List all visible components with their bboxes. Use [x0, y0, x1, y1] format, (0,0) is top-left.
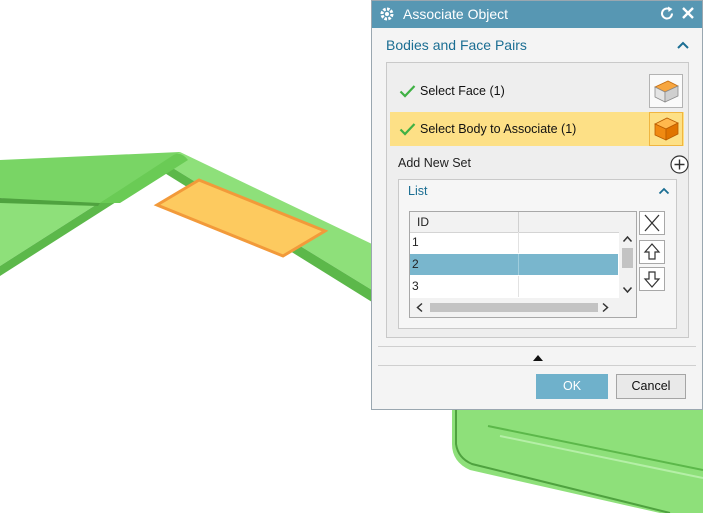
- horizontal-scrollbar[interactable]: [410, 298, 636, 317]
- column-separator: [518, 276, 519, 297]
- bodies-face-pairs-group: Select Face (1) Select Body to Associate…: [386, 62, 689, 338]
- ok-button[interactable]: OK: [536, 374, 608, 399]
- divider: [378, 365, 696, 366]
- remove-set-button[interactable]: [639, 211, 665, 235]
- body-select-button[interactable]: [649, 112, 683, 146]
- table-row[interactable]: 3: [410, 276, 618, 297]
- dialog-titlebar[interactable]: Associate Object: [372, 1, 702, 28]
- remove-icon: [644, 214, 660, 232]
- group-label: Bodies and Face Pairs: [386, 37, 527, 53]
- face-select-icon: [654, 80, 679, 103]
- add-new-set-button[interactable]: [669, 154, 690, 175]
- add-new-set-label: Add New Set: [398, 156, 471, 170]
- reset-icon[interactable]: [659, 5, 676, 22]
- select-body-label: Select Body to Associate (1): [420, 122, 577, 136]
- select-face-label: Select Face (1): [420, 84, 505, 98]
- select-face-row[interactable]: Select Face (1): [390, 74, 684, 108]
- row-id: 3: [412, 279, 419, 293]
- row-id: 2: [412, 257, 419, 271]
- scroll-right-icon[interactable]: [602, 302, 609, 313]
- face-select-button[interactable]: [649, 74, 683, 108]
- check-icon: [399, 85, 416, 98]
- vertical-scroll-thumb[interactable]: [622, 248, 633, 268]
- vertical-scrollbar[interactable]: [619, 232, 636, 298]
- row-id: 1: [412, 235, 419, 249]
- table-row-selected[interactable]: 2: [410, 254, 618, 275]
- table-header: ID: [410, 212, 636, 233]
- move-up-button[interactable]: [639, 240, 665, 264]
- body-select-icon: [654, 117, 679, 141]
- chevron-up-icon[interactable]: [676, 39, 690, 51]
- column-header-id-label: ID: [417, 215, 429, 229]
- scroll-up-icon[interactable]: [622, 235, 633, 243]
- scroll-left-icon[interactable]: [416, 302, 423, 313]
- cancel-button[interactable]: Cancel: [616, 374, 686, 399]
- move-down-button[interactable]: [639, 267, 665, 291]
- associate-object-dialog: Associate Object Bodies and Face Pairs S…: [371, 0, 703, 410]
- list-header-label[interactable]: List: [408, 184, 427, 198]
- column-header-id[interactable]: ID: [410, 212, 519, 232]
- set-list-table[interactable]: ID 1 2 3: [409, 211, 637, 318]
- horizontal-scroll-thumb[interactable]: [430, 303, 598, 312]
- table-row[interactable]: 1: [410, 232, 618, 253]
- add-new-set-row: Add New Set: [398, 154, 689, 176]
- select-body-row[interactable]: Select Body to Associate (1): [390, 112, 684, 146]
- dialog-title: Associate Object: [403, 6, 509, 22]
- arrow-up-icon: [643, 243, 661, 260]
- scroll-down-icon[interactable]: [622, 286, 633, 294]
- column-separator: [518, 232, 519, 253]
- divider: [378, 346, 696, 347]
- bodies-face-pairs-header[interactable]: Bodies and Face Pairs: [384, 37, 690, 55]
- chevron-up-icon[interactable]: [658, 186, 670, 196]
- list-group: List ID 1 2 3: [398, 179, 677, 329]
- gear-icon: [380, 7, 394, 21]
- close-icon[interactable]: [680, 5, 696, 21]
- expand-triangle-icon[interactable]: [532, 354, 544, 362]
- arrow-down-icon: [643, 271, 661, 288]
- column-separator: [518, 254, 519, 275]
- check-icon: [399, 123, 416, 136]
